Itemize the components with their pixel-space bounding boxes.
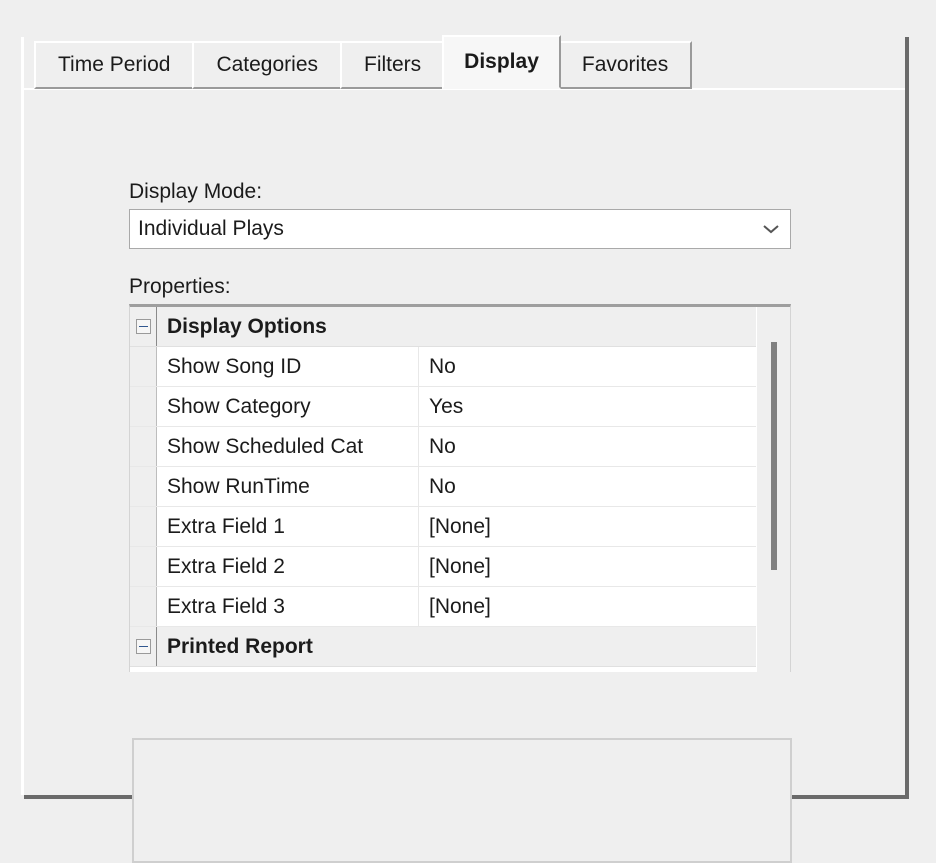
property-value-cell[interactable]: No (419, 347, 756, 386)
property-value-cell[interactable]: Yes (419, 387, 756, 426)
property-row[interactable]: Show RunTime No (130, 467, 756, 507)
tab-label: Display (464, 50, 539, 73)
tab-favorites[interactable]: Favorites (557, 41, 693, 89)
property-row[interactable]: Show Scheduled Cat No (130, 427, 756, 467)
property-row[interactable]: Show Song ID No (130, 347, 756, 387)
row-gutter (130, 547, 157, 586)
row-gutter[interactable] (130, 627, 157, 666)
report-options-dialog: Display Mode: Individual Plays Propertie… (21, 35, 909, 863)
property-value-cell[interactable]: [None] (419, 507, 756, 546)
row-gutter (130, 387, 157, 426)
scrollbar-thumb[interactable] (771, 342, 777, 570)
property-name-cell: Show RunTime (157, 467, 419, 506)
property-name-cell: Show Song ID (157, 347, 419, 386)
properties-grid-scrollbar[interactable] (756, 307, 790, 672)
property-value-cell[interactable]: [None] (419, 587, 756, 626)
row-gutter[interactable] (130, 307, 157, 346)
tab-display[interactable]: Display (442, 35, 561, 89)
property-description-panel (132, 738, 792, 863)
tab-time-period[interactable]: Time Period (34, 41, 195, 89)
property-name-cell: Extra Field 3 (157, 587, 419, 626)
row-gutter (130, 587, 157, 626)
property-name-cell: Extra Field 1 (157, 507, 419, 546)
property-name-cell: Display Options (167, 314, 327, 338)
property-value-cell[interactable]: [None] (419, 547, 756, 586)
property-row[interactable]: Extra Field 2 [None] (130, 547, 756, 587)
tab-label: Categories (216, 53, 318, 76)
tab-filters[interactable]: Filters (340, 41, 446, 89)
tab-label: Filters (364, 53, 422, 76)
row-gutter (130, 507, 157, 546)
property-name-cell: Show Category (157, 387, 419, 426)
properties-grid-rows: Display Options Show Song ID No Show Catego… (130, 307, 756, 672)
property-category-row[interactable]: Printed Report (130, 627, 756, 667)
property-name-cell: Extra Field 2 (157, 547, 419, 586)
property-row[interactable]: Show Category Yes (130, 387, 756, 427)
display-mode-label: Display Mode: (129, 180, 263, 203)
properties-label: Properties: (129, 275, 231, 298)
scrollbar-track[interactable] (757, 307, 790, 672)
properties-grid[interactable]: Display Options Show Song ID No Show Catego… (129, 304, 791, 672)
property-name-cell: Show Scheduled Cat (157, 427, 419, 466)
collapse-minus-icon[interactable] (135, 639, 151, 654)
tab-categories[interactable]: Categories (192, 41, 342, 89)
property-category-row[interactable]: Display Options (130, 307, 756, 347)
chevron-down-icon[interactable] (752, 210, 790, 248)
property-description-text (134, 740, 790, 752)
collapse-minus-icon[interactable] (135, 319, 151, 334)
tab-label: Time Period (58, 53, 171, 76)
display-mode-dropdown[interactable]: Individual Plays (129, 209, 791, 249)
display-mode-selected-value: Individual Plays (138, 217, 284, 240)
tab-label: Favorites (581, 53, 669, 76)
row-gutter (130, 347, 157, 386)
property-row[interactable]: Extra Field 3 [None] (130, 587, 756, 627)
tab-page-display: Display Mode: Individual Plays Propertie… (24, 88, 905, 863)
row-gutter (130, 427, 157, 466)
row-gutter (130, 467, 157, 506)
property-row[interactable]: Extra Field 1 [None] (130, 507, 756, 547)
property-value-cell[interactable]: No (419, 427, 756, 466)
tab-strip: Time Period Categories Filters Display Favor… (34, 35, 693, 89)
property-value-cell[interactable]: No (419, 467, 756, 506)
property-name-cell: Printed Report (167, 634, 313, 658)
